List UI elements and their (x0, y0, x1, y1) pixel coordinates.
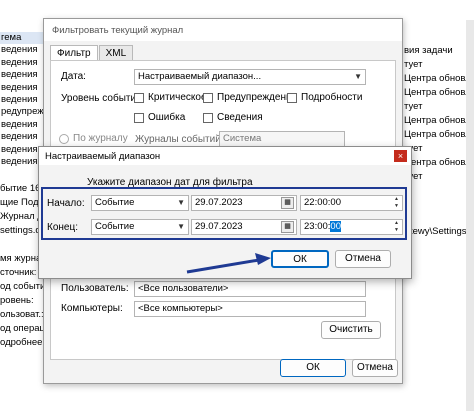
event-task-row[interactable]: Центра обновл. (402, 156, 474, 170)
spin-arrows-icon[interactable]: ▲ ▼ (392, 196, 401, 210)
level-verbose-checkbox[interactable]: Подробности (287, 92, 362, 103)
event-list-row[interactable]: ведения (0, 69, 44, 81)
calendar-icon[interactable]: ▦ (281, 197, 294, 209)
close-icon[interactable]: × (394, 150, 407, 162)
details-row[interactable]: ровень: (0, 294, 44, 308)
start-label: Начало: (47, 198, 85, 209)
selected-seconds: 00 (330, 221, 341, 232)
annotation-arrow-icon (186, 253, 271, 274)
filter-cancel-button[interactable]: Отмена (352, 359, 398, 377)
event-task-row[interactable]: Центра обновл. (402, 128, 474, 142)
range-cancel-button[interactable]: Отмена (335, 250, 391, 268)
details-row[interactable]: од операции: (0, 322, 44, 336)
start-time-spinner[interactable]: 22:00:00 ▲ ▼ (300, 195, 403, 211)
date-range-value: Настраиваемый диапазон... (138, 71, 262, 82)
calendar-icon[interactable]: ▦ (281, 221, 294, 233)
computers-field[interactable]: <Все компьютеры> (134, 301, 366, 317)
event-task-row[interactable]: Центра обновл. (402, 114, 474, 128)
end-time-spinner[interactable]: 23:00:00 ▲ ▼ (300, 219, 403, 235)
filter-ok-button[interactable]: ОК (280, 359, 346, 377)
event-list-row[interactable]: ведения (0, 57, 44, 69)
filter-tabs: Фильтр XML (50, 45, 134, 61)
event-task-row[interactable]: Центра обновл. (402, 86, 474, 100)
level-critical-checkbox[interactable]: Критическое (134, 92, 207, 103)
event-list-row[interactable]: ведения (0, 131, 44, 143)
event-level-label: Уровень события: (61, 93, 145, 104)
level-error-checkbox[interactable]: Ошибка (134, 112, 185, 123)
range-dialog-title: Настраиваемый диапазон (45, 150, 161, 162)
range-dialog-titlebar: Настраиваемый диапазон (39, 147, 411, 165)
event-task-row[interactable]: Центра обновл. (402, 72, 474, 86)
end-date-picker[interactable]: 29.07.2023 ▦ (191, 219, 297, 235)
details-row[interactable]: одробнее: (0, 336, 44, 350)
event-task-row[interactable]: тует (402, 142, 474, 156)
event-logs-select[interactable]: Система (219, 131, 345, 147)
filter-dialog-titlebar: Фильтровать текущий журнал (44, 19, 402, 41)
event-task-row[interactable]: тует (402, 100, 474, 114)
users-field[interactable]: <Все пользователи> (134, 281, 366, 297)
filter-dialog-title: Фильтровать текущий журнал (52, 24, 184, 36)
date-label: Дата: (61, 71, 86, 82)
tab-xml[interactable]: XML (98, 45, 134, 61)
date-range-select[interactable]: Настраиваемый диапазон... ▼ (134, 69, 366, 85)
event-list-row[interactable]: ведения (0, 94, 44, 106)
level-info-checkbox[interactable]: Сведения (203, 112, 263, 123)
clear-button[interactable]: Очистить (321, 321, 381, 339)
end-label: Конец: (47, 222, 78, 233)
event-list-row[interactable]: ведения (0, 82, 44, 94)
event-task-row[interactable]: тует (402, 170, 474, 184)
event-logs-label: Журналы событий: (135, 134, 224, 145)
event-list-row[interactable]: ведения (0, 119, 44, 131)
computers-label: Компьютеры: (61, 303, 123, 314)
event-list-row[interactable]: гема (0, 32, 44, 45)
event-task-row[interactable]: тует (402, 58, 474, 72)
start-mode-select[interactable]: Событие ▼ (91, 195, 189, 211)
range-ok-button[interactable]: ОК (271, 250, 329, 268)
details-row[interactable]: ользоват.: (0, 308, 44, 322)
event-list-row[interactable]: ведения (0, 44, 44, 56)
details-row[interactable]: од события: (0, 280, 44, 294)
chevron-down-icon: ▼ (177, 198, 185, 207)
background-scrollbar[interactable] (466, 20, 474, 411)
end-mode-select[interactable]: Событие ▼ (91, 219, 189, 235)
event-list-row[interactable]: редупреж (0, 106, 44, 118)
details-path-text: tewy\Settings (410, 226, 467, 237)
tab-filter[interactable]: Фильтр (50, 45, 98, 61)
level-warning-checkbox[interactable]: Предупреждение (203, 92, 297, 103)
events-list-right: вия задачи тует Центра обновл. Центра обнов… (402, 44, 474, 184)
start-date-picker[interactable]: 29.07.2023 ▦ (191, 195, 297, 211)
chevron-down-icon: ▼ (354, 72, 362, 81)
by-log-radio[interactable]: По журналу (59, 133, 128, 144)
event-task-row[interactable]: вия задачи (402, 44, 474, 58)
users-label: Пользователь: (61, 283, 129, 294)
chevron-down-icon: ▼ (177, 222, 185, 231)
spin-arrows-icon[interactable]: ▲ ▼ (392, 220, 401, 234)
